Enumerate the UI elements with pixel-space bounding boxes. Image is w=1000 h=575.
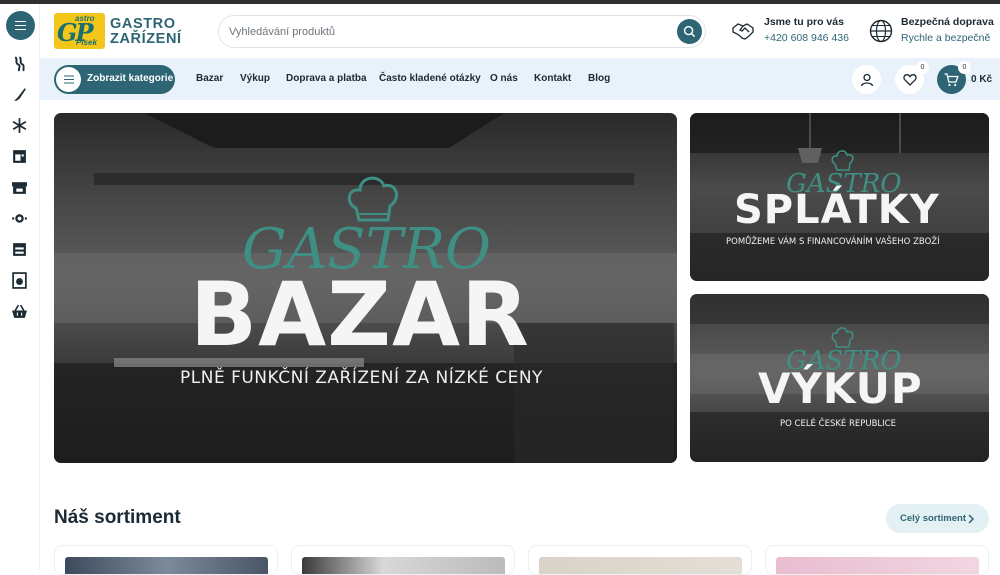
- nav-link-vykup[interactable]: Výkup: [240, 73, 270, 84]
- nav-link-faq[interactable]: Často kladené otázky: [379, 73, 481, 84]
- search-button[interactable]: [677, 19, 702, 44]
- user-icon: [860, 73, 873, 86]
- delivery-subtitle: Rychle a bezpečně: [901, 32, 991, 44]
- nav-link-about[interactable]: O nás: [490, 73, 518, 84]
- oven-icon[interactable]: [11, 148, 28, 165]
- cabinet-icon[interactable]: [11, 241, 28, 258]
- cart-total[interactable]: 0 Kč: [971, 74, 992, 85]
- main-navigation: Zobrazit kategorie Bazar Výkup Doprava a…: [40, 58, 1000, 100]
- category-rail: [0, 4, 40, 570]
- dishwasher-icon[interactable]: [11, 210, 28, 227]
- category-card[interactable]: [54, 545, 278, 575]
- category-image: [302, 557, 505, 574]
- washing-machine-icon[interactable]: [11, 272, 28, 289]
- nav-link-doprava[interactable]: Doprava a platba: [286, 73, 367, 84]
- globe-icon: [869, 19, 893, 43]
- browser-top-border: [0, 0, 1000, 4]
- logo-small-bottom: Písek: [76, 38, 97, 47]
- search-box: [218, 15, 706, 48]
- contact-phone[interactable]: +420 608 946 436: [764, 32, 849, 44]
- banner-splatky-title: SPLÁTKY: [734, 187, 940, 233]
- category-card[interactable]: [528, 545, 752, 575]
- cart-button[interactable]: 0: [937, 61, 971, 94]
- logo-line-2: ZAŘÍZENÍ: [110, 31, 182, 47]
- cart-count: 0: [958, 61, 971, 74]
- category-image: [65, 557, 268, 574]
- cart-icon: [944, 72, 959, 86]
- section-title: Náš sortiment: [54, 507, 181, 528]
- nav-link-contact[interactable]: Kontakt: [534, 73, 571, 84]
- banner-bazar-subtitle: PLNĚ FUNKČNÍ ZAŘÍZENÍ ZA NÍZKÉ CENY: [180, 368, 543, 388]
- category-card[interactable]: [291, 545, 515, 575]
- nav-link-blog[interactable]: Blog: [588, 73, 610, 84]
- menu-icon[interactable]: [6, 11, 35, 40]
- hamburger-icon: [56, 67, 81, 92]
- banner-vykup-title: VÝKUP: [758, 364, 923, 413]
- wishlist-button[interactable]: 0: [895, 61, 929, 94]
- grill-icon[interactable]: [11, 55, 28, 72]
- banner-bazar[interactable]: GASTRO BAZAR PLNĚ FUNKČNÍ ZAŘÍZENÍ ZA NÍ…: [54, 113, 677, 463]
- category-image: [539, 557, 742, 574]
- logo-line-1: GASTRO: [110, 16, 176, 32]
- show-categories-label: Zobrazit kategorie: [87, 73, 174, 84]
- search-input[interactable]: [229, 23, 669, 41]
- all-assortment-label: Celý sortiment: [900, 513, 966, 524]
- all-assortment-button[interactable]: Celý sortiment: [886, 504, 989, 533]
- banner-vykup[interactable]: GASTRO VÝKUP PO CELÉ ČESKÉ REPUBLICE: [690, 294, 989, 462]
- banner-bazar-title: BAZAR: [190, 263, 530, 366]
- banner-splatky-subtitle: POMŮŽEME VÁM S FINANCOVÁNÍM VAŠEHO ZBOŽÍ: [726, 237, 940, 247]
- wishlist-count: 0: [916, 61, 929, 74]
- category-image: [776, 557, 979, 574]
- chevron-right-icon: [968, 514, 975, 524]
- site-logo[interactable]: GP astro Písek GASTRO ZAŘÍZENÍ: [54, 13, 181, 51]
- account-button[interactable]: [852, 65, 881, 94]
- nav-link-bazar[interactable]: Bazar: [196, 73, 223, 84]
- stove-icon[interactable]: [11, 179, 28, 196]
- logo-badge: GP astro Písek: [54, 13, 105, 49]
- snowflake-icon[interactable]: [11, 117, 28, 134]
- contact-title: Jsme tu pro vás: [764, 16, 844, 28]
- banner-vykup-subtitle: PO CELÉ ČESKÉ REPUBLICE: [780, 419, 896, 429]
- delivery-title: Bezpečná doprava: [901, 16, 994, 28]
- knife-icon[interactable]: [11, 86, 28, 103]
- handshake-icon: [732, 23, 754, 40]
- search-icon: [683, 25, 696, 38]
- category-card[interactable]: [765, 545, 989, 575]
- basket-icon[interactable]: [11, 303, 28, 320]
- show-categories-button[interactable]: Zobrazit kategorie: [54, 65, 175, 94]
- heart-icon: [902, 74, 917, 86]
- banner-splatky[interactable]: GASTRO SPLÁTKY POMŮŽEME VÁM S FINANCOVÁN…: [690, 113, 989, 281]
- logo-small-top: astro: [75, 14, 95, 23]
- logo-text: GASTRO ZAŘÍZENÍ: [110, 17, 182, 47]
